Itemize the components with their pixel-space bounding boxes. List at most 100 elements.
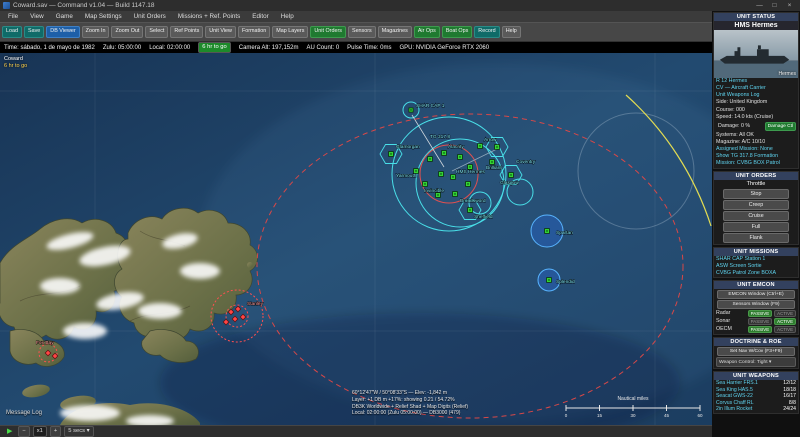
toolbar-magazines-button[interactable]: Magazines: [378, 26, 412, 38]
weapon-qty: 8/8: [789, 400, 796, 407]
unit-marker-dot: [410, 109, 411, 110]
mission-link[interactable]: SHAR CAP Station 1: [714, 256, 798, 263]
status-link[interactable]: Show TG 317.8 Formation: [714, 153, 798, 160]
set-nav-button[interactable]: Set Nav W/Cov (F3+F9): [717, 347, 796, 356]
mission-link[interactable]: ASW Screen Sortie: [714, 263, 798, 270]
unit-label: HMS Hermes: [456, 169, 485, 175]
toolbar-unit-view-button[interactable]: Unit View: [205, 26, 236, 38]
map-canvas[interactable]: SHAR CAP 1TG 317.8GlamorganAlacrityArrow…: [0, 53, 712, 425]
titlebar: Coward.sav — Command v1.04 — Build 1147.…: [0, 0, 800, 11]
scale-unit-label: Nautical miles: [617, 396, 649, 402]
unit-label: Yarmouth: [396, 173, 417, 179]
unit-label: Stanley: [247, 301, 264, 307]
toolbar-load-button[interactable]: Load: [2, 26, 22, 38]
toolbar-air-ops-button[interactable]: Air Ops: [414, 26, 440, 38]
message-log-label[interactable]: Message Log: [6, 410, 42, 416]
toolbar-map-layers-button[interactable]: Map Layers: [272, 26, 308, 38]
toolbar-zoom-out-button[interactable]: Zoom Out: [111, 26, 143, 38]
unit-label: Brilliant: [486, 165, 502, 171]
throttle-stop-button[interactable]: Stop: [723, 189, 789, 199]
throttle-full-button[interactable]: Full: [723, 222, 789, 232]
unit-marker-dot: [469, 166, 470, 167]
run-button[interactable]: ▶: [4, 427, 15, 437]
menu-view[interactable]: View: [24, 13, 50, 20]
throttle-creep-button[interactable]: Creep: [723, 200, 789, 210]
scenario-info-bar: Time: sábado, 1 de mayo de 1982Zulu: 05:…: [0, 42, 712, 53]
toolbar-select-button[interactable]: Select: [145, 26, 168, 38]
emcon-sonar-passive[interactable]: PASSIVE: [748, 318, 772, 325]
info-zulu: Zulu: 05:00:00: [103, 45, 141, 51]
minimize-button[interactable]: —: [752, 2, 767, 9]
emcon-sonar-active[interactable]: ACTIVE: [774, 318, 796, 325]
time-compression-plus[interactable]: +: [50, 426, 61, 436]
db-links: R 12 HermesCV — Aircraft Carrier: [714, 78, 798, 92]
weapon-name-link[interactable]: Sea Harrier FRS.1: [716, 380, 758, 387]
throttle-flank-button[interactable]: Flank: [723, 233, 789, 243]
map-viewport[interactable]: SHAR CAP 1TG 317.8GlamorganAlacrityArrow…: [0, 53, 712, 425]
weapon-name-link[interactable]: 2in Illum Rocket: [716, 406, 752, 413]
toolbar-help-button[interactable]: Help: [502, 26, 521, 38]
weapon-control-select[interactable]: Weapon Control: Tight ▾: [716, 357, 796, 367]
maximize-button[interactable]: □: [767, 2, 782, 9]
unit-label: Invincible: [424, 188, 444, 194]
info-gpu: GPU: NVIDIA GeForce RTX 2060: [400, 45, 490, 51]
emcon-oecm-active[interactable]: ACTIVE: [774, 326, 796, 333]
scenario-overlay: Coward6 hr to go: [4, 56, 27, 71]
toolbar-boat-ops-button[interactable]: Boat Ops: [442, 26, 472, 38]
info-camera-alt: Camera Alt: 197,152m: [239, 45, 299, 51]
toolbar-ref-points-button[interactable]: Ref Points: [170, 26, 203, 38]
toolbar-formation-button[interactable]: Formation: [238, 26, 270, 38]
throttle-cruise-button[interactable]: Cruise: [723, 211, 789, 221]
mission-link[interactable]: CVBG Patrol Zone BOXA: [714, 270, 798, 277]
emcon-oecm-passive[interactable]: PASSIVE: [748, 326, 772, 333]
menu-help[interactable]: Help: [275, 13, 300, 20]
emcon-radar-active[interactable]: ACTIVE: [774, 310, 796, 317]
toolbar-save-button[interactable]: Save: [24, 26, 44, 38]
toolbar-record-button[interactable]: Record: [474, 26, 499, 38]
status-link[interactable]: Mission: CVBG BOX Patrol: [714, 160, 798, 167]
unit-weapons-log-link[interactable]: Unit Weapons Log: [714, 92, 798, 99]
emcon-sensor-name: Sonar: [716, 318, 746, 324]
unit-label: Spartan: [556, 230, 573, 236]
toolbar-zoom-in-button[interactable]: Zoom In: [82, 26, 110, 38]
info-pulse-time: Pulse Time: 0ms: [347, 45, 391, 51]
unit-label: Broadsword: [460, 198, 486, 204]
weapon-name-link[interactable]: Corvus Chaff RL: [716, 400, 754, 407]
status-field: Course: 000: [714, 107, 798, 114]
unit-emcon-header: UNIT EMCON: [714, 281, 798, 289]
map-status-readout: 60°12′47″W / 50°08′33″S — Elev: -1,842 m…: [352, 390, 468, 417]
info-local: Local: 02:00:00: [149, 45, 190, 51]
menu-game[interactable]: Game: [50, 13, 79, 20]
time-compression-minus[interactable]: −: [18, 426, 29, 436]
unit-marker-dot: [454, 193, 455, 194]
db-link[interactable]: CV — Aircraft Carrier: [714, 85, 798, 92]
unit-marker-dot: [415, 170, 416, 171]
menu-file[interactable]: File: [2, 13, 24, 20]
close-button[interactable]: ×: [782, 2, 797, 9]
emcon-emcon-window-ctrl-e-button[interactable]: EMCON Window (Ctrl+E): [717, 290, 796, 299]
scenario-overlay-line: 6 hr to go: [4, 63, 27, 70]
weapon-qty: 24/24: [783, 406, 796, 413]
emcon-sensors-window-f9-button[interactable]: Sensors Window (F9): [717, 300, 796, 309]
unit-marker-dot: [469, 209, 470, 210]
weapon-name-link[interactable]: Seacat GWS-22: [716, 393, 753, 400]
info-6-hr-to-go: 6 hr to go: [198, 42, 231, 52]
menu-editor[interactable]: Editor: [246, 13, 274, 20]
unit-marker-dot: [479, 145, 480, 146]
pulse-length-select[interactable]: 5 secs ▾: [64, 426, 93, 436]
status-link[interactable]: Assigned Mission: None: [714, 146, 798, 153]
menu-missions-ref-points[interactable]: Missions + Ref. Points: [172, 13, 246, 20]
emcon-radar-passive[interactable]: PASSIVE: [748, 310, 772, 317]
toolbar-unit-orders-button[interactable]: Unit Orders: [310, 26, 346, 38]
toolbar-db-viewer-button[interactable]: DB Viewer: [46, 26, 79, 38]
unit-label: Arrow: [484, 137, 497, 143]
menu-map-settings[interactable]: Map Settings: [79, 13, 128, 20]
menu-unit-orders[interactable]: Unit Orders: [128, 13, 172, 20]
toolbar-sensors-button[interactable]: Sensors: [348, 26, 376, 38]
damage-control-button[interactable]: Damage Ctl: [765, 122, 796, 131]
db-link[interactable]: R 12 Hermes: [714, 78, 798, 85]
unit-orders-header: UNIT ORDERS: [714, 172, 798, 180]
time-compression-readout[interactable]: x1: [33, 426, 47, 436]
menubar: FileViewGameMap SettingsUnit OrdersMissi…: [0, 11, 712, 22]
weapon-name-link[interactable]: Sea King HAS.5: [716, 387, 753, 394]
